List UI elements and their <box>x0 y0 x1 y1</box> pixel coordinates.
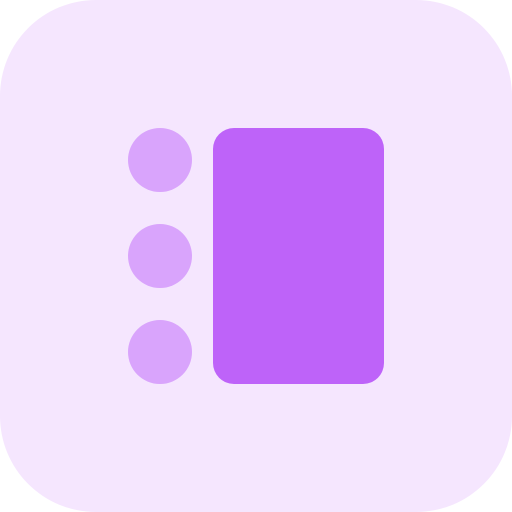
bullet-dot-icon <box>128 224 192 288</box>
content-panel <box>213 128 384 384</box>
bullet-dot-icon <box>128 128 192 192</box>
list-with-panel-icon <box>0 0 512 512</box>
bullet-dot-icon <box>128 320 192 384</box>
